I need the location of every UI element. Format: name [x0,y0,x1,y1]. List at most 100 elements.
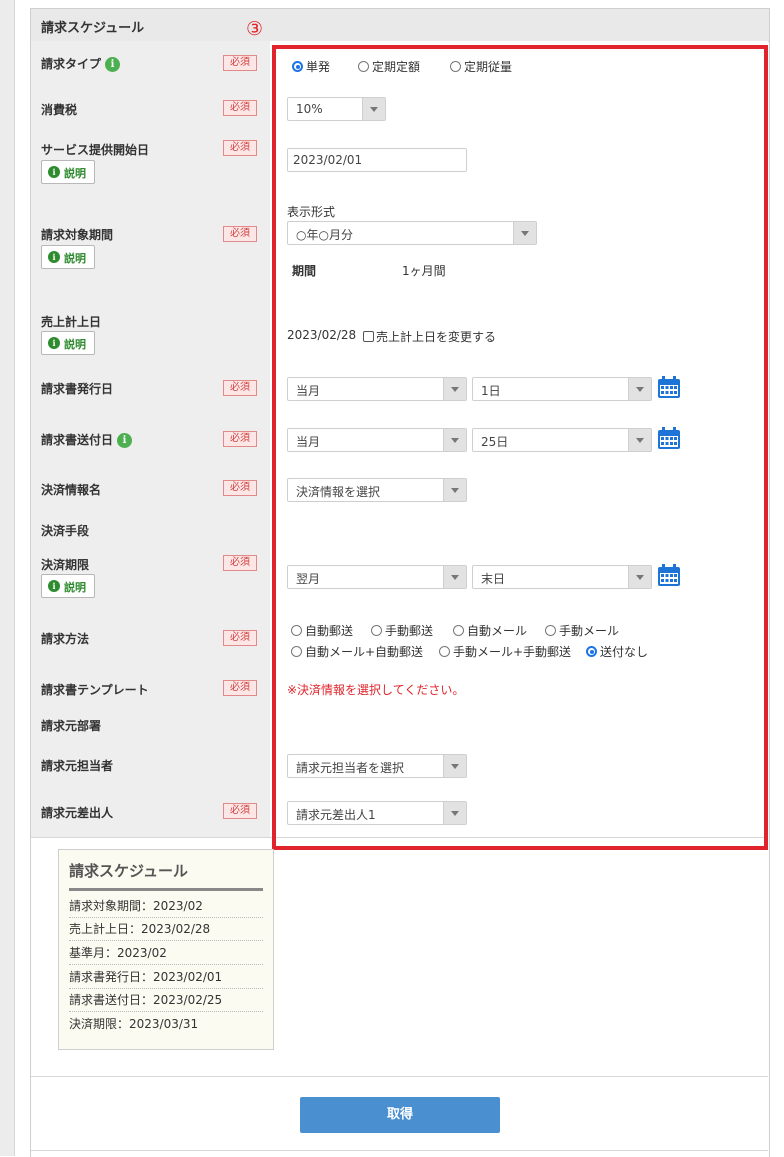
calendar-icon[interactable] [657,563,681,587]
radio-auto-email-auto-post[interactable]: 自動メール+自動郵送 [291,643,423,660]
calendar-icon[interactable] [657,375,681,399]
explain-button[interactable]: i 説明 [41,574,95,598]
issue-month-select[interactable]: 当月 [287,377,467,401]
send-date-label: 請求書送付日 i [41,431,133,448]
template-label: 請求書テンプレート [41,683,149,697]
row-label-template: 請求書テンプレート 必須 [31,670,270,710]
info-icon[interactable]: i [105,57,121,72]
row-value-person: 請求元担当者を選択 [270,743,768,791]
row-value-billing-type: 単発 定期定額 定期従量 [270,41,768,88]
department-label: 請求元部署 [41,719,102,733]
radio-manual-email[interactable]: 手動メール [545,622,619,639]
radio-billing-single[interactable]: 単発 [292,58,330,75]
template-warning-text: ※決済情報を選択してください。 [287,683,465,697]
get-button[interactable]: 取得 [300,1097,500,1133]
info-icon: i [48,580,60,592]
explain-button[interactable]: i 説明 [41,245,95,269]
explain-button[interactable]: i 説明 [41,331,95,355]
row-value-tax: 10% [270,87,768,134]
row-label-department: 請求元部署 [31,709,270,744]
chevron-down-icon [443,378,466,400]
row-label-sender: 請求元差出人 必須 [31,790,270,838]
radio-checked-icon [586,646,597,657]
summary-item: 決済期限：2023/03/31 [69,1017,199,1031]
schedule-summary-box: 請求スケジュール 請求対象期間：2023/02 売上計上日：2023/02/28… [58,849,274,1050]
payment-info-select[interactable]: 決済情報を選択 [287,478,467,502]
panel-header: 請求スケジュール [31,9,769,42]
required-badge: 必須 [223,480,257,496]
radio-unchecked-icon [371,625,382,636]
tax-select[interactable]: 10% [287,97,386,121]
chevron-down-icon [628,429,651,451]
radio-manual-post[interactable]: 手動郵送 [371,622,433,639]
summary-item: 売上計上日：2023/02/28 [69,918,263,941]
info-icon: i [48,337,60,349]
submit-area: 取得 [31,1076,768,1157]
row-value-payment-info: 決済情報を選択 [270,466,768,514]
info-icon[interactable]: i [117,433,133,448]
required-badge: 必須 [223,803,257,819]
row-label-billing-type: 請求タイプ i 必須 [31,41,270,88]
change-sales-date-checkbox[interactable]: 売上計上日を変更する [363,328,496,345]
chevron-down-icon [362,98,385,120]
summary-divider [69,888,263,891]
chevron-down-icon [443,802,466,824]
chevron-down-icon [628,566,651,588]
explain-button[interactable]: i 説明 [41,160,95,184]
summary-item: 請求書送付日：2023/02/25 [69,989,263,1012]
radio-unchecked-icon [291,625,302,636]
radio-unchecked-icon [545,625,556,636]
radio-billing-usage[interactable]: 定期従量 [450,58,512,75]
radio-unchecked-icon [358,61,369,72]
radio-manual-email-manual-post[interactable]: 手動メール+手動郵送 [439,643,571,660]
radio-no-send[interactable]: 送付なし [586,643,648,660]
radio-auto-mail-post[interactable]: 自動郵送 [291,622,353,639]
chevron-down-icon [443,755,466,777]
radio-auto-email[interactable]: 自動メール [453,622,527,639]
issue-day-select[interactable]: 1日 [472,377,652,401]
info-icon: i [48,251,60,263]
radio-unchecked-icon [453,625,464,636]
chevron-down-icon [443,566,466,588]
deadline-day-select[interactable]: 末日 [472,565,652,589]
person-select[interactable]: 請求元担当者を選択 [287,754,467,778]
panel-title: 請求スケジュール [41,21,145,36]
deadline-month-select[interactable]: 翌月 [287,565,467,589]
calendar-icon[interactable] [657,426,681,450]
row-value-issue-date: 当月 1日 [270,364,768,416]
period-value: 1ヶ月間 [402,264,446,278]
chevron-down-icon [513,222,536,244]
service-start-date-input[interactable]: 2023/02/01 [287,148,467,172]
row-label-payment-deadline: 決済期限 必須 i 説明 [31,547,270,608]
issue-date-label: 請求書発行日 [41,382,114,396]
row-value-period: 表示形式 ○年○月分 期間 1ヶ月間 [270,192,768,305]
bottom-divider [31,1150,768,1151]
summary-item: 基準月：2023/02 [69,942,263,965]
payment-method-label: 決済手段 [41,524,90,538]
period-sublabel: 期間 [292,264,317,278]
row-label-period: 請求対象期間 必須 i 説明 [31,192,270,305]
row-value-sales-date: 2023/02/28 売上計上日を変更する [270,304,768,365]
send-day-select[interactable]: 25日 [472,428,652,452]
send-month-select[interactable]: 当月 [287,428,467,452]
sales-date-label: 売上計上日 [41,315,102,329]
left-sidebar-edge [0,0,15,1156]
info-icon: i [48,166,60,178]
row-value-send-date: 当月 25日 [270,415,768,467]
radio-billing-fixed[interactable]: 定期定額 [358,58,420,75]
sender-select[interactable]: 請求元差出人1 [287,801,467,825]
person-label: 請求元担当者 [41,759,114,773]
format-label: 表示形式 [287,205,336,219]
checkbox-icon [363,331,374,342]
radio-unchecked-icon [450,61,461,72]
row-label-tax: 消費税 必須 [31,87,270,134]
row-label-service-start: サービス提供開始日 必須 i 説明 [31,133,270,193]
radio-unchecked-icon [439,646,450,657]
summary-item: 請求対象期間：2023/02 [69,895,263,918]
chevron-down-icon [443,429,466,451]
required-badge: 必須 [223,140,257,156]
required-badge: 必須 [223,380,257,396]
row-label-billing-method: 請求方法 必須 [31,607,270,671]
format-select[interactable]: ○年○月分 [287,221,537,245]
required-badge: 必須 [223,680,257,696]
